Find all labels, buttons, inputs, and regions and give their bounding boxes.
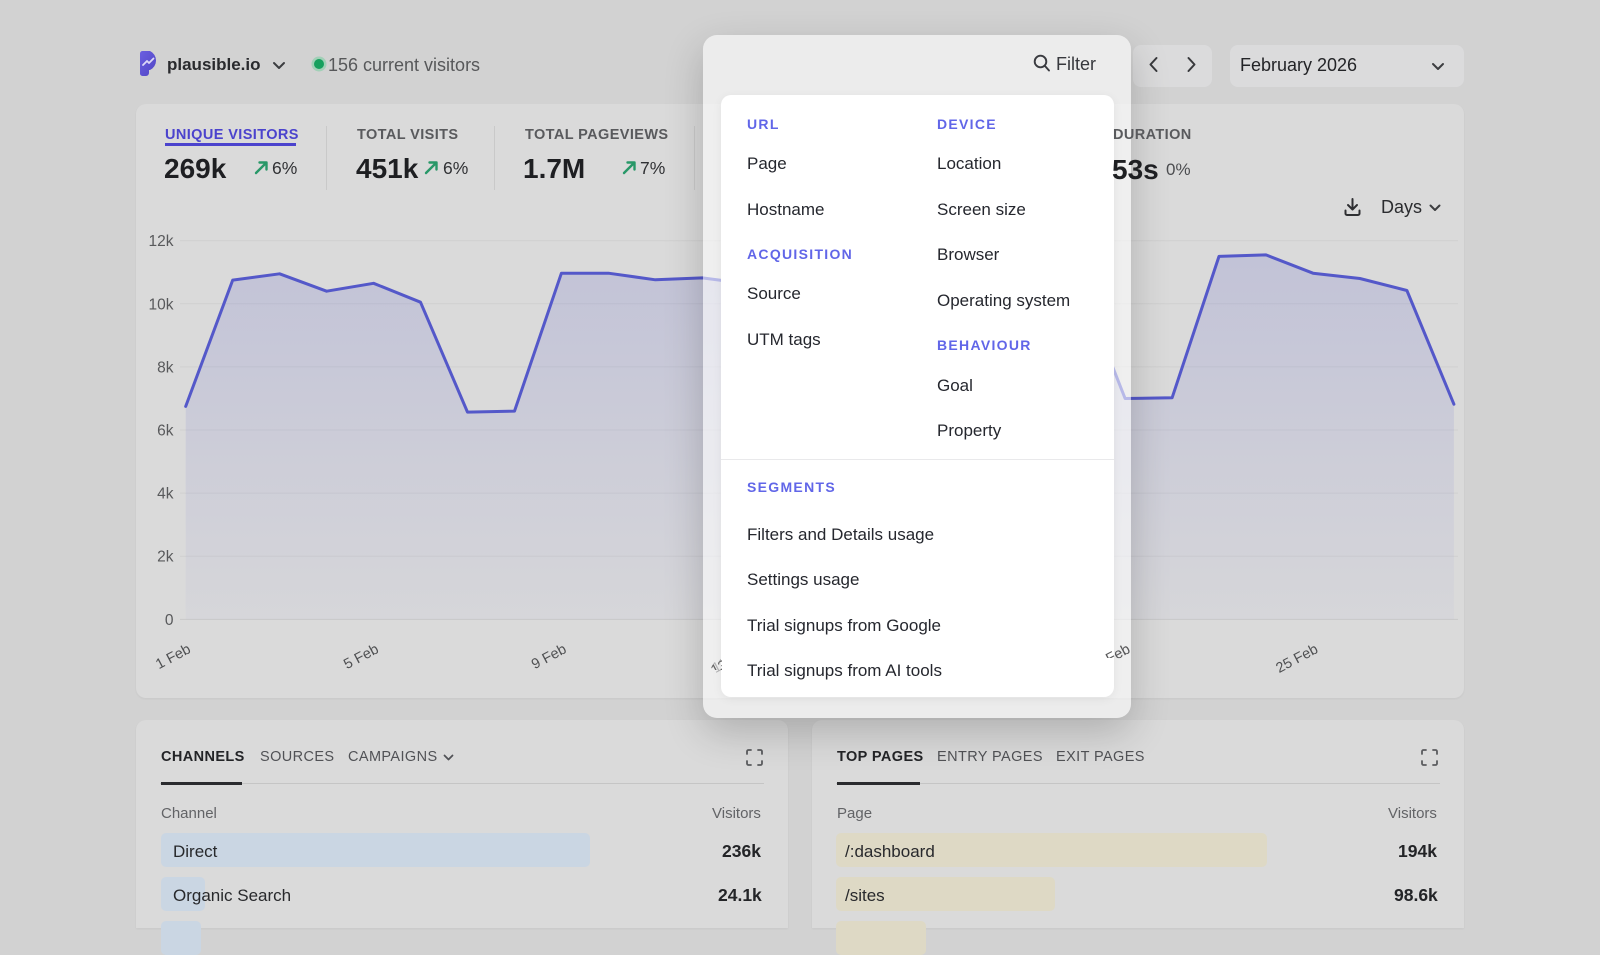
svg-text:1 Feb: 1 Feb: [153, 641, 193, 673]
svg-text:13 Feb: 13 Feb: [710, 652, 722, 670]
svg-text:8k: 8k: [157, 359, 174, 376]
svg-text:10k: 10k: [149, 296, 174, 313]
svg-text:25 Feb: 25 Feb: [1273, 641, 1320, 676]
svg-text:21 Feb: 21 Feb: [1104, 641, 1132, 658]
svg-text:9 Feb: 9 Feb: [529, 641, 569, 673]
svg-text:0: 0: [165, 612, 174, 629]
svg-text:6k: 6k: [157, 423, 174, 440]
svg-text:2k: 2k: [157, 549, 174, 566]
svg-text:12k: 12k: [149, 233, 174, 250]
svg-text:4k: 4k: [157, 486, 174, 503]
svg-text:5 Feb: 5 Feb: [341, 641, 381, 673]
